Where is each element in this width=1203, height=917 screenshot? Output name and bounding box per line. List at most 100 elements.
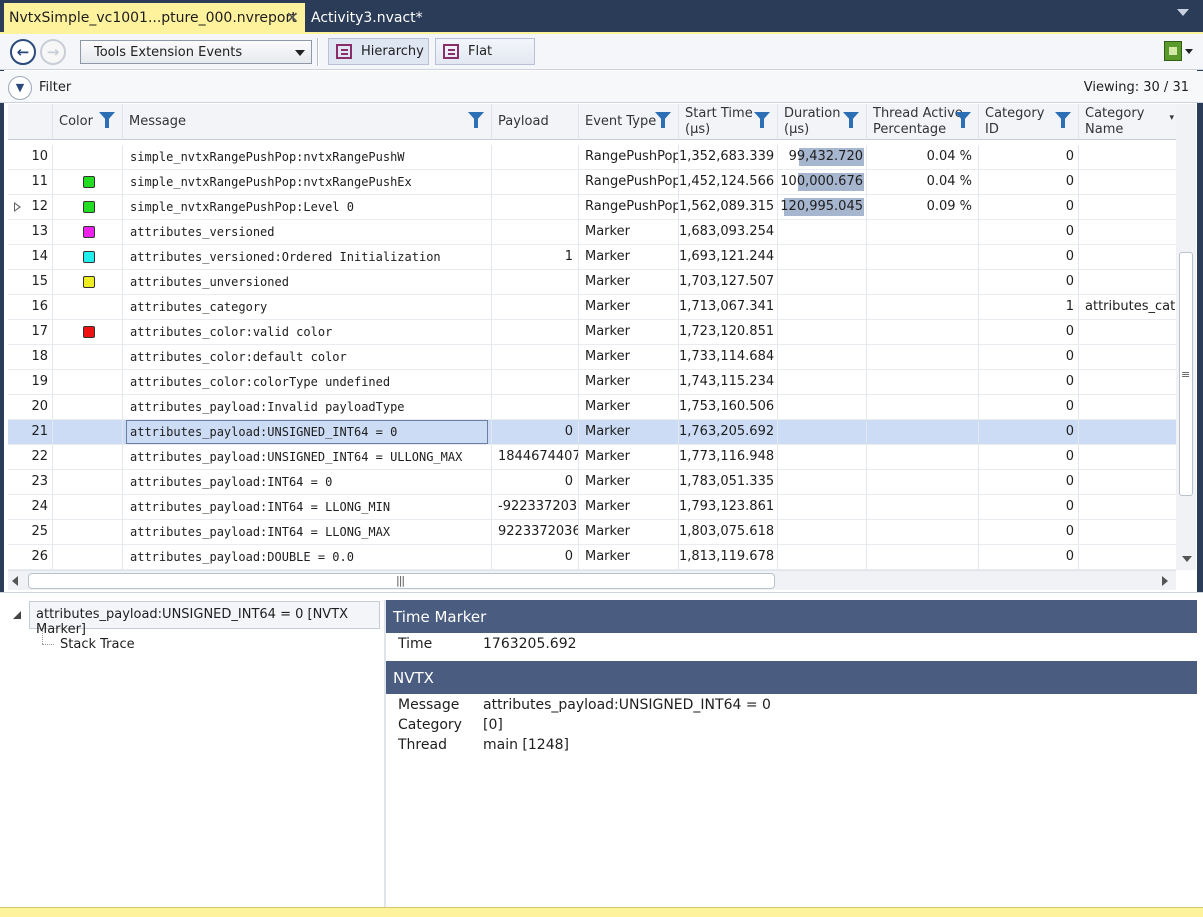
category-id-cell: 0 xyxy=(979,345,1079,370)
chevron-down-icon[interactable]: ▾ xyxy=(1169,110,1174,126)
start-time-cell: 1,452,124.566 xyxy=(679,170,778,195)
color-cell xyxy=(53,245,123,270)
table-row[interactable]: 18 attributes_color:default color Marker 1,… xyxy=(8,345,1176,370)
table-row[interactable]: 11 simple_nvtxRangePushPop:nvtxRangePushE… xyxy=(8,170,1176,195)
duration-cell xyxy=(778,470,867,495)
message-cell: attributes_versioned xyxy=(123,220,492,245)
row-index: 17 xyxy=(8,320,53,345)
payload-cell xyxy=(492,345,579,370)
category-name-cell xyxy=(1079,220,1176,245)
funnel-icon[interactable] xyxy=(655,112,671,128)
column-header-label: Color xyxy=(59,114,93,129)
duration-cell: 120,995.045 xyxy=(778,195,867,220)
funnel-icon[interactable] xyxy=(468,112,484,128)
event-type-select[interactable]: Tools Extension Events xyxy=(80,40,312,64)
event-type-cell: RangePushPop xyxy=(579,195,679,220)
start-time-cell: 1,683,093.254 xyxy=(679,220,778,245)
category-id-cell: 0 xyxy=(979,320,1079,345)
table-row[interactable]: 26 attributes_payload:DOUBLE = 0.0 0 Marker… xyxy=(8,545,1176,570)
column-header-duration[interactable]: Duration (µs) xyxy=(778,104,867,140)
column-header-payload[interactable]: Payload xyxy=(492,104,579,140)
category-name-cell xyxy=(1079,245,1176,270)
row-index: 15 xyxy=(8,270,53,295)
table-row[interactable]: 14 attributes_versioned:Ordered Initializ… xyxy=(8,245,1176,270)
property-value-time: 1763205.692 xyxy=(483,636,577,652)
column-header-color[interactable]: Color xyxy=(53,104,123,140)
table-row[interactable]: 12 simple_nvtxRangePushPop:Level 0 RangePu… xyxy=(8,195,1176,220)
hierarchy-view-button[interactable]: Hierarchy xyxy=(328,38,429,65)
table-row[interactable]: 19 attributes_color:colorType undefined Ma… xyxy=(8,370,1176,395)
expand-row-icon[interactable] xyxy=(14,202,21,212)
filter-label[interactable]: Filter xyxy=(39,80,71,95)
scroll-down-icon[interactable] xyxy=(1182,556,1192,562)
tree-item-stack-trace[interactable]: Stack Trace xyxy=(60,637,135,652)
color-swatch xyxy=(83,176,95,188)
column-header-event-type[interactable]: Event Type xyxy=(579,104,679,140)
payload-cell xyxy=(492,170,579,195)
table-row[interactable]: 20 attributes_payload:Invalid payloadType… xyxy=(8,395,1176,420)
arrow-right-icon[interactable]: → xyxy=(40,39,66,65)
column-header-label: Category xyxy=(985,106,1045,121)
payload-cell: 922337203685 xyxy=(492,520,579,545)
close-icon[interactable]: ✕ xyxy=(286,8,299,27)
flat-view-button[interactable]: Flat xyxy=(435,38,535,65)
table-row[interactable]: 21 attributes_payload:UNSIGNED_INT64 = 00… xyxy=(8,420,1176,445)
flat-list-icon xyxy=(443,44,459,59)
scroll-right-icon[interactable] xyxy=(1162,576,1168,586)
tab-list-dropdown-icon[interactable] xyxy=(1177,9,1189,16)
chevron-down-icon[interactable] xyxy=(1185,49,1193,54)
pane-splitter[interactable] xyxy=(384,600,386,908)
duration-cell xyxy=(778,395,867,420)
color-cell xyxy=(53,145,123,170)
duration-cell xyxy=(778,495,867,520)
table-row[interactable]: 22 attributes_payload:UNSIGNED_INT64 = UL… xyxy=(8,445,1176,470)
column-header-thread-active[interactable]: Thread Active Percentage xyxy=(867,104,979,140)
duration-value: 99,432.720 xyxy=(788,149,863,164)
column-header-start-time[interactable]: Start Time (µs) xyxy=(679,104,778,140)
column-header-category-name[interactable]: Category Name ▾ xyxy=(1079,104,1176,140)
table-row[interactable]: 13 attributes_versioned Marker 1,683,093.25… xyxy=(8,220,1176,245)
funnel-icon[interactable] xyxy=(1055,112,1071,128)
details-area xyxy=(0,592,1203,908)
chevron-down-icon[interactable]: ▼ xyxy=(8,76,32,100)
thread-active-cell xyxy=(867,270,979,295)
category-name-cell xyxy=(1079,495,1176,520)
table-row[interactable]: 25 attributes_payload:INT64 = LLONG_MAX 92… xyxy=(8,520,1176,545)
color-swatch xyxy=(83,201,95,213)
export-icon[interactable] xyxy=(1164,41,1182,61)
color-cell xyxy=(53,545,123,570)
table-row[interactable]: 17 attributes_color:valid color Marker 1,72… xyxy=(8,320,1176,345)
column-header-message[interactable]: Message xyxy=(123,104,492,140)
duration-cell xyxy=(778,270,867,295)
category-name-cell xyxy=(1079,195,1176,220)
column-header-category-id[interactable]: Category ID xyxy=(979,104,1079,140)
tab-nvreport[interactable]: NvtxSimple_vc1001...pture_000.nvreport ✕ xyxy=(4,3,305,32)
funnel-icon[interactable] xyxy=(955,112,971,128)
table-row[interactable]: 15 attributes_unversioned Marker 1,703,127.… xyxy=(8,270,1176,295)
section-header-time-marker: Time Marker xyxy=(386,600,1197,633)
payload-cell xyxy=(492,395,579,420)
message-cell: attributes_payload:Invalid payloadType xyxy=(123,395,492,420)
category-id-cell: 0 xyxy=(979,220,1079,245)
arrow-left-icon[interactable]: ← xyxy=(10,39,36,65)
property-value-message: attributes_payload:UNSIGNED_INT64 = 0 xyxy=(483,697,771,713)
category-name-cell: attributes_categ xyxy=(1079,295,1176,320)
table-row[interactable]: 16 attributes_category Marker 1,713,067.341… xyxy=(8,295,1176,320)
tree-collapse-icon[interactable] xyxy=(13,611,21,619)
table-row[interactable]: 24 attributes_payload:INT64 = LLONG_MIN -9… xyxy=(8,495,1176,520)
scroll-left-icon[interactable] xyxy=(12,576,18,586)
column-header-index[interactable] xyxy=(8,104,53,140)
thread-active-cell xyxy=(867,445,979,470)
thread-active-cell: 0.09 % xyxy=(867,195,979,220)
row-index: 18 xyxy=(8,345,53,370)
funnel-icon[interactable] xyxy=(754,112,770,128)
table-row[interactable]: 10 simple_nvtxRangePushPop:nvtxRangePushW… xyxy=(8,145,1176,170)
table-row[interactable]: 23 attributes_payload:INT64 = 0 0 Marker 1,7… xyxy=(8,470,1176,495)
funnel-icon[interactable] xyxy=(843,112,859,128)
vertical-scrollbar[interactable] xyxy=(1176,104,1196,570)
tree-item-selected-event[interactable]: attributes_payload:UNSIGNED_INT64 = 0 [N… xyxy=(29,601,380,637)
funnel-icon[interactable] xyxy=(99,112,115,128)
event-type-cell: Marker xyxy=(579,495,679,520)
tab-nvact[interactable]: Activity3.nvact* xyxy=(311,3,471,32)
start-time-cell: 1,773,116.948 xyxy=(679,445,778,470)
